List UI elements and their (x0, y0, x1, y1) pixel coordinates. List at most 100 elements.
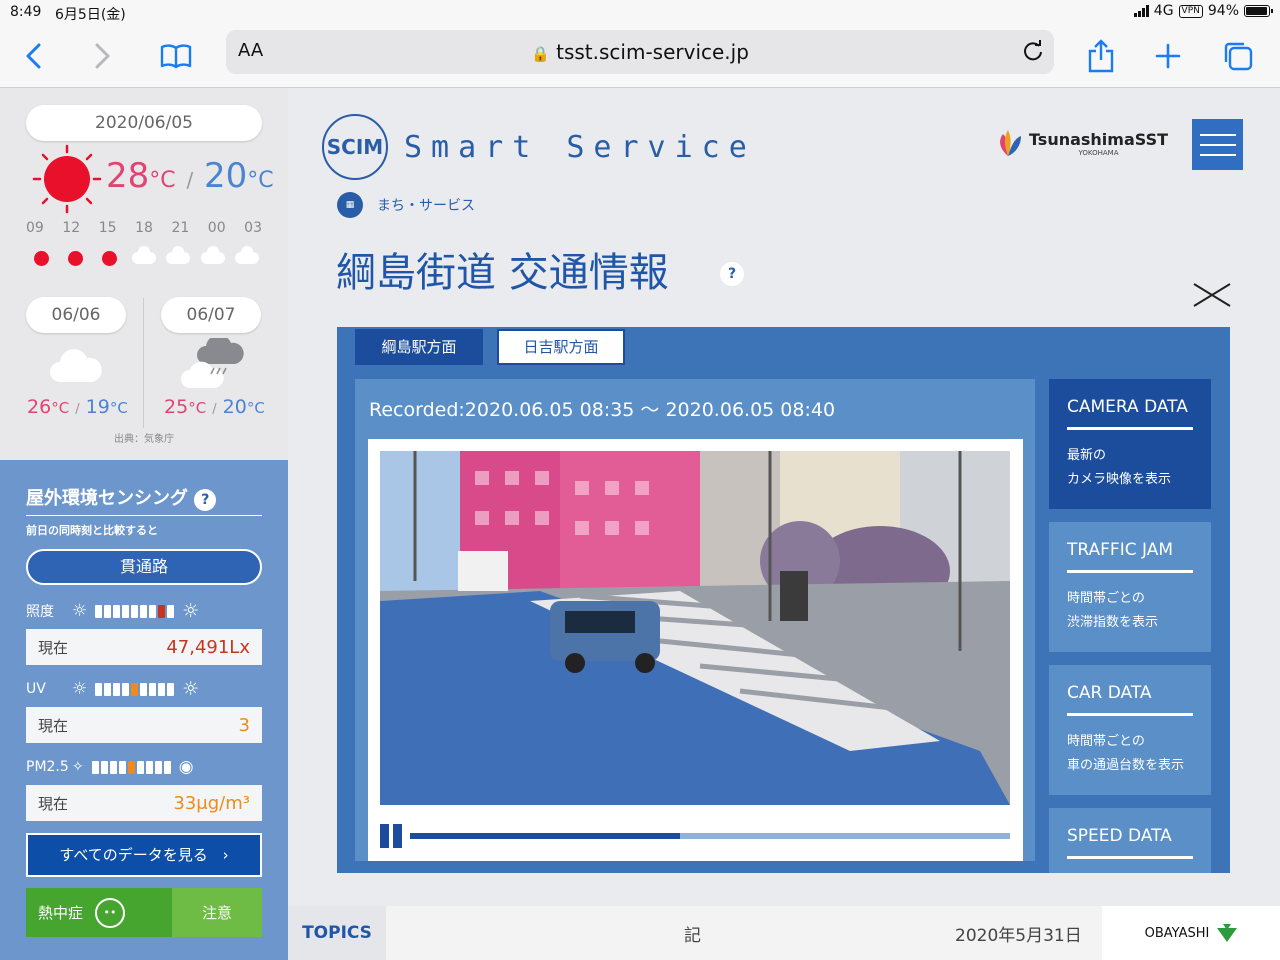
level-segment (167, 682, 175, 696)
uv-value: 現在 3 (26, 707, 262, 743)
status-date: 6月5日(金) (55, 7, 126, 23)
cloud-icon (50, 349, 102, 382)
today-temps: 28°C / 20°C (106, 156, 274, 196)
page-title: 綱島街道 交通情報 (336, 250, 669, 296)
uv-scale: UV ☼ ☼ (26, 673, 262, 705)
browser-toolbar: AA 🔒 tsst.scim-service.jp (0, 24, 1280, 88)
tab-tsunashima[interactable]: 綱島駅方面 (355, 329, 483, 365)
progress-bar[interactable] (410, 833, 1010, 839)
level-segment (104, 604, 112, 618)
tab-hiyoshi[interactable]: 日吉駅方面 (497, 329, 625, 365)
sensing-panel: 屋外環境センシング ? 前日の同時刻と比較すると 貫通路 照度 ☼ ☼ 現在 4… (0, 460, 288, 960)
menu-camera-data[interactable]: CAMERA DATA 最新の カメラ映像を表示 (1049, 379, 1211, 509)
level-segment (131, 682, 139, 696)
camera-feed[interactable] (380, 451, 1010, 805)
network-label: 4G (1153, 3, 1174, 19)
level-segment (95, 682, 103, 696)
chevron-right-icon: › (222, 846, 229, 864)
breadcrumb[interactable]: ▦ まち・サービス (337, 192, 475, 218)
video-area: Recorded:2020.06.05 08:35 〜 2020.06.05 0… (355, 379, 1035, 861)
close-icon[interactable] (1192, 280, 1232, 310)
menu-car-data[interactable]: CAR DATA 時間帯ごとの 車の通過台数を表示 (1049, 665, 1211, 795)
level-segment (127, 760, 135, 774)
sidebar: 2020/06/05 28°C / 20°C 09 12 15 18 21 00… (0, 88, 288, 960)
sponsor-logo: OBAYASHI (1102, 906, 1280, 960)
hour-labels: 09 12 15 18 21 00 03 (26, 220, 262, 236)
main-content: SCIM Smart Service TsunashimaSST YOKOHAM… (288, 88, 1280, 960)
heatstroke-indicator: 熱中症 •• 注意 (26, 888, 262, 937)
level-segment (163, 760, 171, 774)
pause-icon[interactable] (380, 824, 404, 848)
level-segment (158, 682, 166, 696)
pm25-value: 現在 33μg/m³ (26, 785, 262, 821)
level-segment (122, 682, 130, 696)
battery-icon (1244, 5, 1273, 17)
level-scale (95, 604, 175, 618)
illuminance-value: 現在 47,491Lx (26, 629, 262, 665)
cloud-icon (198, 246, 228, 268)
status-bar: 8:49 6月5日(金) 4G VPN 94% (0, 0, 1280, 24)
metric-label: 照度 (26, 604, 54, 620)
weather-source: 出典：気象庁 (114, 434, 174, 445)
level-segment (91, 760, 99, 774)
level-segment (149, 604, 157, 618)
traffic-panel: 綱島駅方面 日吉駅方面 Recorded:2020.06.05 08:35 〜 … (337, 327, 1230, 873)
sun-icon (32, 144, 102, 214)
forecast-temps: 26°C / 19°C (27, 396, 128, 418)
address-bar[interactable]: AA 🔒 tsst.scim-service.jp (226, 30, 1054, 74)
forward-icon[interactable] (82, 36, 122, 76)
menu-traffic-jam[interactable]: TRAFFIC JAM 時間帯ごとの 渋滞指数を表示 (1049, 522, 1211, 652)
sun-dim-icon: ☼ (72, 679, 88, 699)
progress-fill (410, 833, 680, 839)
reload-icon[interactable] (1022, 40, 1044, 66)
signal-icon (1133, 5, 1149, 17)
battery-percent: 94% (1207, 3, 1239, 19)
today-low: 20 (204, 156, 248, 196)
scim-logo[interactable]: SCIM Smart Service (322, 114, 756, 180)
bookmarks-icon[interactable] (156, 36, 196, 76)
cloud-icon (163, 246, 193, 268)
sun-icon (60, 248, 90, 268)
url-text: tsst.scim-service.jp (556, 40, 749, 64)
back-icon[interactable] (14, 36, 54, 76)
menu-speed-data[interactable]: SPEED DATA (1049, 808, 1211, 873)
lock-icon: 🔒 (531, 45, 550, 63)
heatstroke-label: 熱中症 (38, 904, 84, 922)
sponsor-mark-icon (1217, 924, 1238, 942)
sun-dim-icon: ☼ (72, 601, 88, 621)
sun-bright-icon: ☼ (182, 600, 200, 622)
level-scale (95, 682, 175, 696)
cloud-icon (232, 246, 262, 268)
hourly-forecast (26, 246, 262, 268)
share-icon[interactable] (1081, 36, 1121, 76)
level-segment (140, 682, 148, 696)
forecast-temps: 25°C / 20°C (164, 396, 265, 418)
level-segment (104, 682, 112, 696)
web-page: 2020/06/05 28°C / 20°C 09 12 15 18 21 00… (0, 88, 1280, 960)
level-segment (109, 760, 117, 774)
cloud-icon (129, 246, 159, 268)
level-segment (113, 682, 121, 696)
level-segment (95, 604, 103, 618)
tabs-icon[interactable] (1218, 36, 1258, 76)
new-tab-icon[interactable] (1148, 36, 1188, 76)
level-segment (140, 604, 148, 618)
level-segment (136, 760, 144, 774)
status-time: 8:49 (10, 4, 42, 20)
face-icon: •• (95, 897, 126, 928)
haze-icon: ◉ (178, 757, 194, 777)
metric-label: PM2.5 (26, 759, 69, 775)
recorded-timestamp: Recorded:2020.06.05 08:35 〜 2020.06.05 0… (369, 399, 836, 421)
topics-date: 2020年5月31日 (955, 925, 1082, 946)
metric-label: UV (26, 681, 46, 697)
view-all-data-button[interactable]: すべてのデータを見る › (26, 833, 262, 877)
help-icon[interactable]: ? (720, 262, 744, 286)
menu-icon[interactable] (1192, 119, 1243, 170)
help-icon[interactable]: ? (194, 489, 217, 511)
level-segment (118, 760, 126, 774)
level-segment (131, 604, 139, 618)
topics-text[interactable]: 記 (684, 921, 701, 946)
level-segment (154, 760, 162, 774)
road-selector[interactable]: 貫通路 (26, 549, 262, 585)
topics-bar: TOPICS 記 2020年5月31日 OBAYASHI (288, 906, 1280, 960)
